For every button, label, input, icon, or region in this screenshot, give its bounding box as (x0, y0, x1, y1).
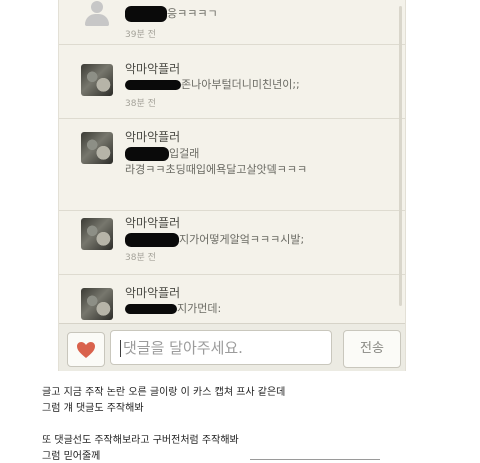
avatar[interactable] (81, 132, 113, 164)
comment-item: 악마악플러 입걸래 라경ㅋㅋ초딩때입에욕달고살앗뎈ㅋㅋㅋ (59, 118, 405, 211)
comment-text: 입걸래 (125, 146, 199, 161)
redaction-mark (125, 147, 169, 161)
redaction-mark (125, 233, 179, 247)
comment-item: 응ㅋㅋㅋㄱ 39분 전 (59, 0, 405, 45)
divider (250, 459, 380, 460)
comment-time: 38분 전 (125, 99, 156, 109)
redaction-mark (125, 80, 181, 90)
scrollbar[interactable] (399, 6, 402, 306)
comment-text: 응ㅋㅋㅋㄱ (125, 6, 218, 22)
heart-icon (77, 341, 95, 358)
phone-screenshot: 응ㅋㅋㅋㄱ 39분 전 악마악플러 존나아부털더니미친년이;; 38분 전 악마… (58, 0, 406, 371)
post-text-line: 그럼 믿어줄께 (42, 451, 101, 462)
default-user-avatar-icon (81, 0, 113, 30)
comment-author[interactable]: 악마악플러 (125, 214, 180, 231)
comment-text: 존나아부털더니미친년이;; (125, 77, 300, 92)
avatar[interactable] (81, 288, 113, 320)
post-text-line: 그럼 걔 댓글도 주작해봐 (42, 403, 144, 414)
post-text-line: 글고 지금 주작 논란 오른 글이랑 이 카스 캡쳐 프사 같은데 (42, 387, 286, 398)
comment-author[interactable]: 악마악플러 (125, 60, 180, 77)
send-button[interactable]: 전송 (343, 330, 401, 368)
comment-item: 악마악플러 존나아부털더니미친년이;; 38분 전 (59, 44, 405, 119)
avatar[interactable] (81, 218, 113, 250)
comment-item: 악마악플러 지가먼데: (59, 274, 405, 323)
comment-input[interactable]: 댓글을 달아주세요. (110, 330, 332, 365)
avatar[interactable] (81, 64, 113, 96)
comment-text: 지가먼데: (125, 301, 221, 316)
comment-item: 악마악플러 지가어떻게알엌ㅋㅋㅋ시발; 38분 전 (59, 210, 405, 275)
like-button[interactable] (67, 332, 105, 367)
comment-input-bar: 댓글을 달아주세요. 전송 (59, 323, 405, 371)
redaction-mark (125, 6, 167, 22)
comment-time: 38분 전 (125, 253, 156, 263)
comment-author[interactable]: 악마악플러 (125, 128, 180, 145)
redaction-mark (125, 304, 177, 314)
post-text-line: 또 댓글선도 주작해보라고 구버전처럼 주작해봐 (42, 435, 239, 446)
comment-text: 라경ㅋㅋ초딩때입에욕달고살앗뎈ㅋㅋㅋ (125, 163, 308, 176)
comment-text: 지가어떻게알엌ㅋㅋㅋ시발; (125, 232, 304, 247)
text-caret (120, 340, 121, 357)
comment-time: 39분 전 (125, 30, 156, 40)
comment-author[interactable]: 악마악플러 (125, 284, 180, 301)
comment-list[interactable]: 응ㅋㅋㅋㄱ 39분 전 악마악플러 존나아부털더니미친년이;; 38분 전 악마… (59, 0, 405, 323)
comment-input-placeholder: 댓글을 달아주세요. (123, 339, 243, 357)
